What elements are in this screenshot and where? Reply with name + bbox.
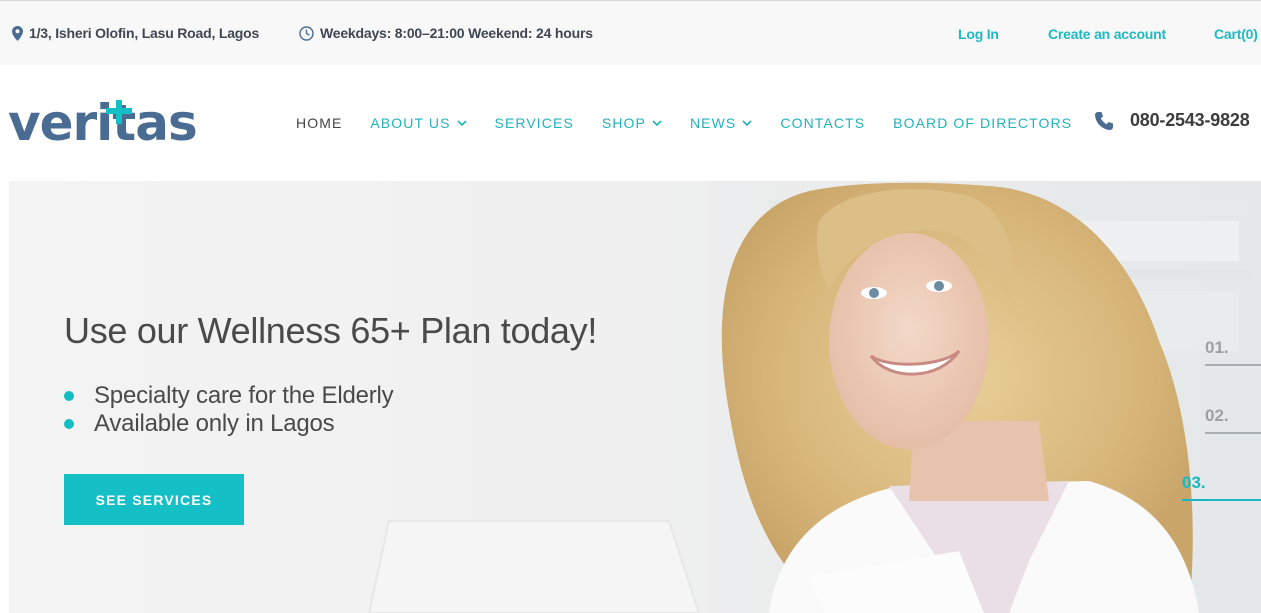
slide-label: 01. (1205, 338, 1229, 357)
address-text: 1/3, Isheri Olofin, Lasu Road, Lagos (29, 25, 260, 41)
bullet-dot (64, 391, 74, 401)
nav-services-label: SERVICES (494, 115, 574, 131)
slide-bar (1205, 432, 1261, 434)
slide-indicator-1[interactable]: 01. (1205, 338, 1261, 366)
hero-slider: Use our Wellness 65+ Plan today! Special… (9, 181, 1261, 613)
header-phone[interactable]: 080-2543-9828 (1094, 110, 1250, 131)
slide-indicator-2[interactable]: 02. (1205, 406, 1261, 434)
clock-icon (299, 25, 314, 41)
list-item: Specialty care for the Elderly (64, 382, 394, 410)
nav-services[interactable]: SERVICES (495, 115, 574, 131)
bullet-text: Available only in Lagos (94, 410, 335, 437)
nav-shop[interactable]: SHOP (602, 115, 662, 131)
map-pin-icon (12, 25, 23, 41)
create-account-link[interactable]: Create an account (1048, 26, 1166, 42)
slide-indicator-3-active[interactable]: 03. (1182, 473, 1261, 501)
nav-about-us[interactable]: ABOUT US (370, 115, 467, 131)
nav-home-label: HOME (296, 115, 343, 131)
slide-label: 02. (1205, 406, 1229, 425)
logo-text: veritas (8, 94, 197, 150)
site-logo[interactable]: veritas (8, 94, 198, 152)
bullet-dot (64, 419, 74, 429)
nav-about-us-label: ABOUT US (370, 115, 451, 131)
list-item: Available only in Lagos (64, 410, 393, 438)
nav-board-label: BOARD OF DIRECTORS (893, 115, 1073, 131)
hero-bullets: Specialty care for the Elderly Available… (64, 382, 394, 438)
hero-title: Use our Wellness 65+ Plan today! (64, 310, 598, 351)
chevron-down-icon (456, 119, 467, 126)
nav-contacts[interactable]: CONTACTS (780, 115, 865, 131)
see-services-button[interactable]: SEE SERVICES (64, 474, 244, 525)
main-nav: HOME ABOUT US SERVICES SHOP NEWS CONTACT… (296, 115, 1100, 131)
hours-text: Weekdays: 8:00–21:00 Weekend: 24 hours (320, 25, 593, 41)
nav-shop-label: SHOP (601, 115, 646, 131)
nav-news-label: NEWS (689, 115, 737, 131)
phone-icon (1095, 111, 1113, 130)
nav-news[interactable]: NEWS (690, 115, 752, 131)
slide-label: 03. (1182, 473, 1206, 492)
bullet-text: Specialty care for the Elderly (94, 382, 394, 409)
nav-contacts-label: CONTACTS (780, 115, 866, 131)
hours-info: Weekdays: 8:00–21:00 Weekend: 24 hours (299, 25, 593, 41)
nav-home[interactable]: HOME (296, 115, 342, 131)
cart-link[interactable]: Cart(0) (1214, 26, 1258, 42)
nav-board-of-directors[interactable]: BOARD OF DIRECTORS (893, 115, 1072, 131)
login-link[interactable]: Log In (958, 26, 999, 42)
slide-bar (1182, 499, 1261, 501)
chevron-down-icon (742, 119, 752, 126)
top-info-bar: 1/3, Isheri Olofin, Lasu Road, Lagos Wee… (0, 0, 1261, 65)
chevron-down-icon (652, 119, 662, 126)
phone-number: 080-2543-9828 (1130, 110, 1250, 130)
address-info: 1/3, Isheri Olofin, Lasu Road, Lagos (12, 25, 259, 41)
slide-bar (1205, 364, 1261, 366)
